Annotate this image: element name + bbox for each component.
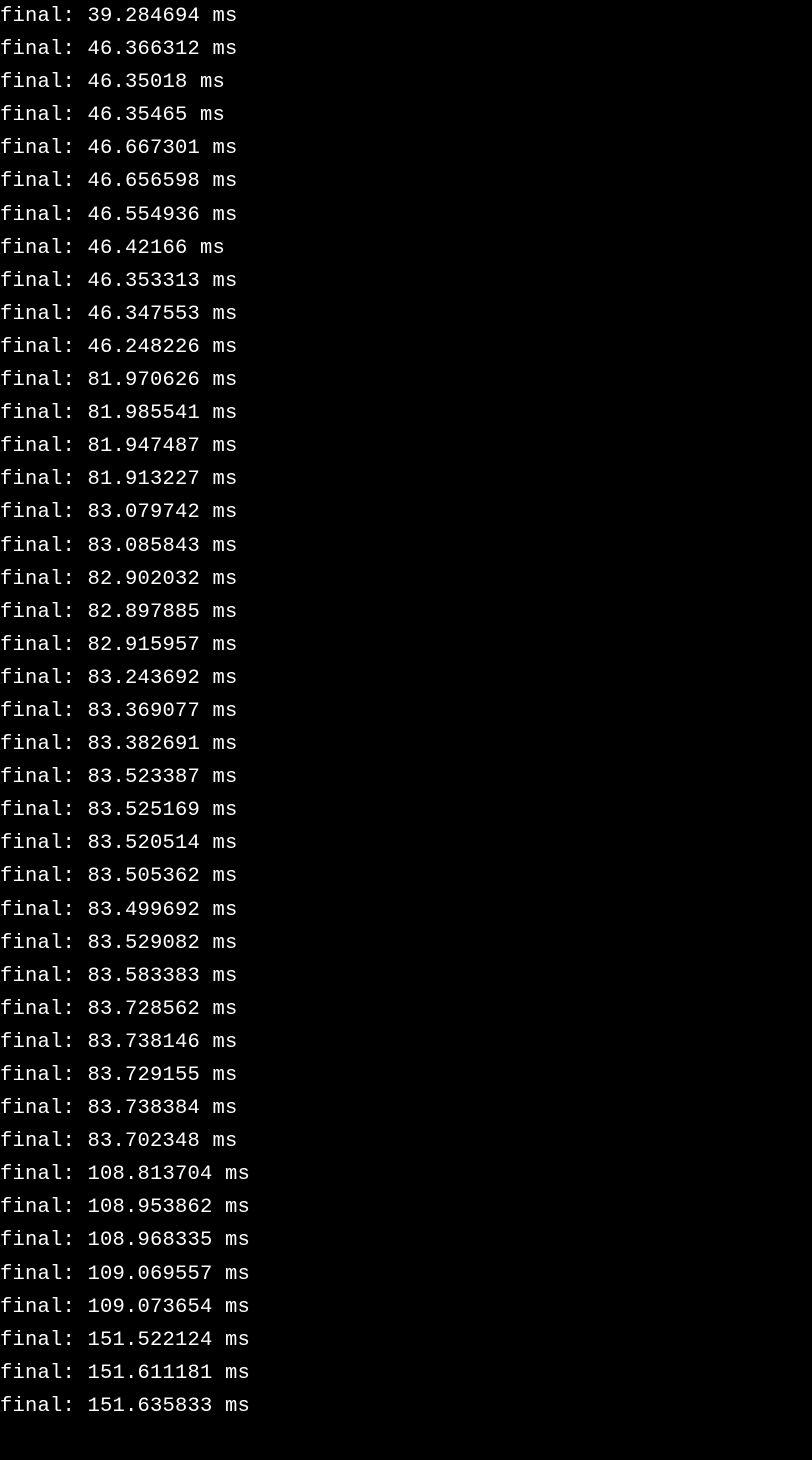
log-line: final: 108.813704 ms	[0, 1158, 812, 1191]
log-line: final: 83.369077 ms	[0, 695, 812, 728]
log-line: final: 108.953862 ms	[0, 1191, 812, 1224]
log-line: final: 83.738146 ms	[0, 1026, 812, 1059]
log-line: final: 83.079742 ms	[0, 496, 812, 529]
log-line: final: 83.529082 ms	[0, 927, 812, 960]
log-line: final: 46.353313 ms	[0, 265, 812, 298]
log-line: final: 83.728562 ms	[0, 993, 812, 1026]
log-line: final: 81.913227 ms	[0, 463, 812, 496]
log-line: final: 109.073654 ms	[0, 1291, 812, 1324]
log-line: final: 83.085843 ms	[0, 530, 812, 563]
log-line: final: 46.248226 ms	[0, 331, 812, 364]
log-line: final: 81.985541 ms	[0, 397, 812, 430]
log-line: final: 83.505362 ms	[0, 860, 812, 893]
log-line: final: 46.35465 ms	[0, 99, 812, 132]
log-line: final: 83.738384 ms	[0, 1092, 812, 1125]
log-line: final: 151.635833 ms	[0, 1390, 812, 1423]
log-line: final: 81.970626 ms	[0, 364, 812, 397]
log-line: final: 83.523387 ms	[0, 761, 812, 794]
log-line: final: 82.915957 ms	[0, 629, 812, 662]
terminal-output[interactable]: final: 39.284694 msfinal: 46.366312 msfi…	[0, 0, 812, 1423]
log-line: final: 46.656598 ms	[0, 165, 812, 198]
log-line: final: 83.243692 ms	[0, 662, 812, 695]
log-line: final: 46.554936 ms	[0, 199, 812, 232]
log-line: final: 83.702348 ms	[0, 1125, 812, 1158]
log-line: final: 83.525169 ms	[0, 794, 812, 827]
log-line: final: 83.499692 ms	[0, 894, 812, 927]
log-line: final: 83.520514 ms	[0, 827, 812, 860]
log-line: final: 151.611181 ms	[0, 1357, 812, 1390]
log-line: final: 151.522124 ms	[0, 1324, 812, 1357]
log-line: final: 82.897885 ms	[0, 596, 812, 629]
log-line: final: 46.42166 ms	[0, 232, 812, 265]
log-line: final: 108.968335 ms	[0, 1224, 812, 1257]
log-line: final: 46.366312 ms	[0, 33, 812, 66]
log-line: final: 83.382691 ms	[0, 728, 812, 761]
log-line: final: 81.947487 ms	[0, 430, 812, 463]
log-line: final: 46.35018 ms	[0, 66, 812, 99]
log-line: final: 83.729155 ms	[0, 1059, 812, 1092]
log-line: final: 83.583383 ms	[0, 960, 812, 993]
log-line: final: 82.902032 ms	[0, 563, 812, 596]
log-line: final: 46.347553 ms	[0, 298, 812, 331]
log-line: final: 46.667301 ms	[0, 132, 812, 165]
log-line: final: 39.284694 ms	[0, 0, 812, 33]
log-line: final: 109.069557 ms	[0, 1258, 812, 1291]
